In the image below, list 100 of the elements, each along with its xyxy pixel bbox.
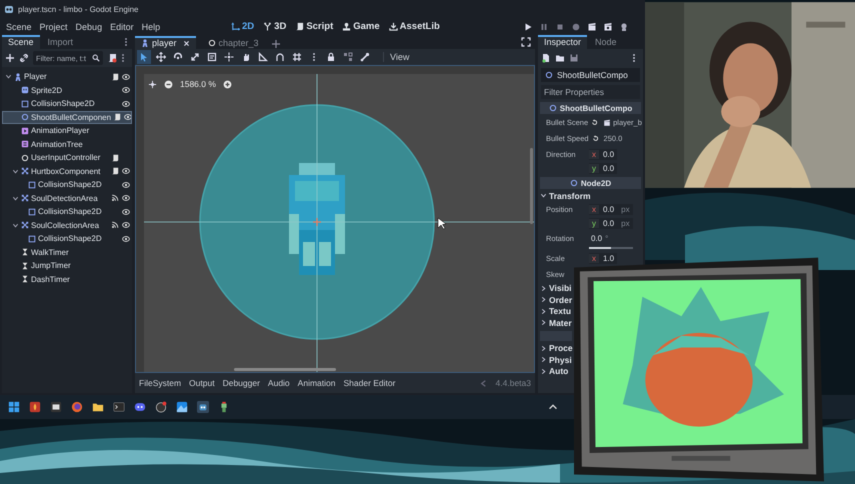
tree-item[interactable]: ShootBulletComponen: [2, 110, 132, 124]
list-icon[interactable]: [207, 52, 217, 62]
tree-item[interactable]: CollisionShape2D: [2, 97, 132, 110]
tree-item[interactable]: WalkTimer: [2, 246, 132, 259]
dock-tab[interactable]: Scene: [2, 35, 40, 49]
view-menu[interactable]: View: [383, 52, 410, 62]
scrollbar[interactable]: [530, 148, 533, 224]
bottom-panel-tab[interactable]: Animation: [298, 378, 336, 388]
rotate-icon[interactable]: [173, 52, 183, 62]
zoom-in-icon[interactable]: [222, 80, 232, 88]
slider-field[interactable]: 0.0 °: [589, 232, 633, 244]
fire-icon[interactable]: [29, 401, 41, 413]
script-icon[interactable]: [107, 53, 117, 63]
tree-item[interactable]: DashTimer: [2, 272, 132, 286]
recorder-icon[interactable]: [155, 401, 167, 413]
new-file-icon[interactable]: [541, 53, 551, 63]
folder-icon[interactable]: [92, 401, 104, 413]
dock-tab[interactable]: Node: [589, 35, 623, 49]
scale-icon[interactable]: [190, 52, 200, 62]
caret-icon[interactable]: [12, 168, 19, 175]
grid-icon[interactable]: [292, 52, 302, 62]
start-icon[interactable]: [8, 401, 20, 413]
tree-item[interactable]: CollisionShape2D: [2, 205, 132, 218]
editor-tab[interactable]: player: [135, 36, 196, 49]
pan-icon[interactable]: [241, 52, 251, 62]
property-group[interactable]: Auto: [540, 366, 568, 377]
play-icon[interactable]: [523, 22, 533, 32]
workspace-tab[interactable]: Game: [342, 21, 380, 32]
fullscreen-icon[interactable]: [521, 37, 531, 47]
snap-icon[interactable]: [275, 52, 285, 62]
visibility-icon[interactable]: [122, 208, 130, 216]
property-group[interactable]: Proce: [540, 342, 573, 354]
property-group[interactable]: Mater: [540, 317, 572, 328]
terminal-icon[interactable]: [113, 401, 125, 413]
pause-icon[interactable]: [539, 22, 549, 32]
menu-item[interactable]: Help: [142, 22, 160, 32]
visibility-icon[interactable]: [122, 100, 130, 108]
more-icon[interactable]: [121, 53, 125, 63]
caret-icon[interactable]: [12, 222, 19, 229]
app-icon[interactable]: [50, 401, 62, 413]
caret-icon[interactable]: [5, 73, 12, 80]
tree-item[interactable]: HurtboxComponent: [2, 164, 132, 178]
group-icon[interactable]: [343, 52, 353, 62]
tree-item[interactable]: Sprite2D: [2, 84, 132, 97]
bottom-panel-tab[interactable]: FileSystem: [139, 378, 182, 388]
tree-item[interactable]: SoulDetectionArea: [2, 192, 132, 205]
script-icon[interactable]: [111, 154, 119, 162]
image-icon[interactable]: [176, 401, 188, 413]
script-icon[interactable]: [111, 167, 119, 176]
caret-icon[interactable]: [12, 194, 19, 202]
vector-field[interactable]: y 0.0 px: [589, 218, 633, 228]
editor-tab[interactable]: chapter_3: [202, 37, 265, 49]
vector-field[interactable]: x 0.0 px: [589, 204, 633, 214]
tree-item[interactable]: CollisionShape2D: [2, 232, 132, 246]
dock-tab[interactable]: Inspector: [538, 35, 588, 49]
signal-icon[interactable]: [111, 221, 119, 230]
filter-field[interactable]: Filter Properties: [541, 85, 640, 99]
vector-field[interactable]: y 0.0: [589, 163, 618, 174]
visibility-icon[interactable]: [122, 221, 130, 230]
workspace-tab[interactable]: 3D: [263, 21, 286, 32]
reset-icon[interactable]: [592, 135, 599, 142]
visibility-icon[interactable]: [122, 180, 130, 189]
clapperboard-icon[interactable]: [603, 22, 613, 32]
scrollbar[interactable]: [234, 368, 336, 371]
tree-item[interactable]: UserInputController: [2, 151, 132, 164]
property-group[interactable]: Visibi: [540, 282, 572, 294]
close-icon[interactable]: [182, 40, 190, 46]
script-icon[interactable]: [113, 113, 122, 122]
workspace-tab[interactable]: AssetLib: [388, 21, 440, 32]
pivot-icon[interactable]: [224, 52, 234, 62]
reset-icon[interactable]: [591, 119, 598, 126]
more-icon[interactable]: [124, 37, 128, 47]
zoom-level[interactable]: 1586.0 %: [180, 79, 216, 89]
visibility-icon[interactable]: [122, 167, 130, 176]
more-icon[interactable]: [632, 53, 636, 63]
property-group[interactable]: Physi: [540, 354, 572, 366]
chat-icon[interactable]: [134, 401, 146, 413]
bone-icon[interactable]: [360, 52, 370, 62]
lock-icon[interactable]: [326, 52, 336, 62]
workspace-tab[interactable]: Script: [295, 21, 334, 32]
clapperboard-icon[interactable]: [587, 22, 597, 32]
bottom-panel-tab[interactable]: Audio: [268, 378, 290, 388]
stop-icon[interactable]: [555, 22, 565, 32]
zoom-out-icon[interactable]: [164, 80, 173, 88]
select-icon[interactable]: [139, 52, 149, 62]
save-icon[interactable]: [569, 53, 579, 63]
visibility-icon[interactable]: [122, 194, 130, 202]
ruler-icon[interactable]: [258, 52, 268, 62]
property-group[interactable]: Transform: [540, 190, 591, 202]
tree-item[interactable]: AnimationPlayer: [2, 124, 132, 138]
folder-icon[interactable]: [555, 53, 565, 63]
property-group[interactable]: Textu: [540, 306, 572, 317]
dock-tab[interactable]: Import: [42, 35, 80, 49]
tree-item[interactable]: CollisionShape2D: [2, 178, 132, 192]
object-selector[interactable]: ShootBulletCompo: [541, 68, 640, 82]
vector-field[interactable]: x 0.0: [589, 149, 618, 160]
link-icon[interactable]: [19, 53, 29, 63]
workspace-tab[interactable]: 2D: [231, 21, 254, 32]
tree-item[interactable]: JumpTimer: [2, 259, 132, 272]
visibility-icon[interactable]: [122, 86, 130, 94]
